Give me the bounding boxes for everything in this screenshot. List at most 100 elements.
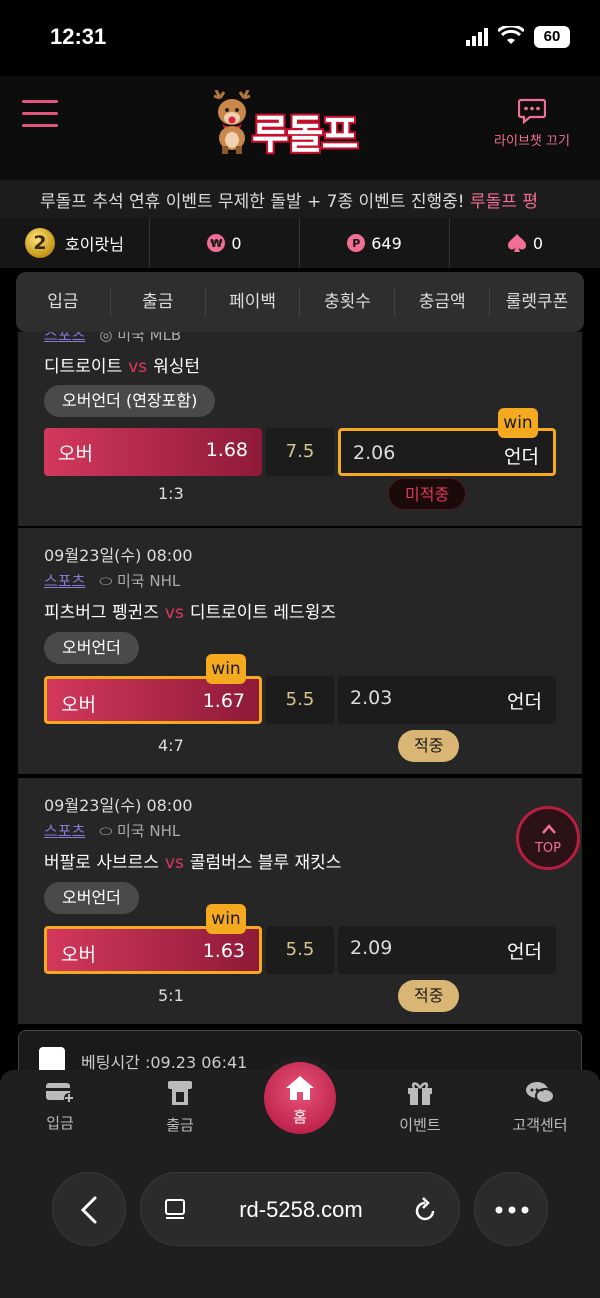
nav-deposit-label: 입금 (46, 1114, 74, 1132)
cash-balance[interactable]: ₩ 0 (150, 218, 300, 268)
more-button[interactable] (474, 1172, 548, 1246)
bet-card: 스포츠 ◎ 미국 MLB 디트로이트 vs 워싱턴 오버언더 (연장포함) 오버 1.… (18, 332, 582, 526)
category-link[interactable]: 스포츠 (44, 572, 85, 590)
nav-event-label: 이벤트 (399, 1116, 441, 1134)
app-header: 루돌프 라이브챗 끄기 (0, 76, 600, 180)
over-option[interactable]: 오버 1.68 (44, 428, 262, 476)
logo-text: 루돌프 (252, 112, 358, 158)
marquee-text-highlight: 루돌프 평 (470, 192, 538, 212)
chevron-left-icon (80, 1196, 97, 1224)
bet-card: 09월23일(수) 08:00 스포츠 ⬭ 미국 NHL 버팔로 사브르스 vs 콜럼… (18, 778, 582, 1024)
tab-charge-amount[interactable]: 충금액 (395, 287, 491, 317)
under-odd: 2.06 (353, 442, 396, 464)
line-value: 5.5 (266, 676, 334, 724)
gift-icon (408, 1082, 432, 1105)
point-balance[interactable]: P 649 (300, 218, 450, 268)
vs-label: vs (164, 603, 184, 623)
nav-support-label: 고객센터 (512, 1116, 568, 1134)
league-line: 스포츠 ⬭ 미국 NHL (44, 570, 180, 591)
home-icon (286, 1076, 314, 1100)
league-line: 스포츠 ◎ 미국 MLB (44, 332, 181, 345)
wifi-icon (496, 24, 526, 50)
logo[interactable]: 루돌프 (210, 84, 390, 164)
level-badge: 2 (25, 228, 56, 258)
over-label: 오버 (61, 944, 96, 966)
spade-balance[interactable]: 0 (450, 218, 600, 268)
username: 호이랏님 (65, 235, 124, 254)
cellular-signal-icon (466, 28, 490, 50)
league-name: 미국 NHL (117, 572, 181, 590)
under-label: 언더 (507, 691, 542, 713)
bet-time: 베팅시간 :09.23 06:41 (81, 1053, 248, 1072)
nav-withdraw-label: 출금 (166, 1116, 194, 1134)
match-teams: 피츠버그 펭귄즈 vs 디트로이트 레드윙즈 (44, 598, 336, 623)
tab-deposit[interactable]: 입금 (16, 287, 111, 317)
user-profile[interactable]: 2 호이랏님 (0, 218, 150, 268)
menu-icon[interactable] (22, 100, 58, 128)
nav-event[interactable]: 이벤트 (370, 1080, 470, 1135)
home-team: 디트로이트 (44, 357, 123, 377)
tab-withdraw[interactable]: 출금 (111, 287, 206, 317)
home-team: 버팔로 사브르스 (44, 853, 159, 873)
market-pill: 오버언더 (44, 882, 139, 914)
chat-bubbles-icon (526, 1082, 555, 1104)
spade-icon (507, 233, 527, 253)
tab-roulette-coupon[interactable]: 룰렛쿠폰 (490, 287, 584, 317)
line-value: 7.5 (266, 428, 334, 476)
over-label: 오버 (61, 694, 96, 716)
notice-marquee[interactable]: 루돌프 추석 연휴 이벤트 무제한 돌발 + 7종 이벤트 진행중! 루돌프 평 (0, 180, 600, 218)
league-name: 미국 MLB (117, 332, 182, 344)
hockey-puck-icon: ⬭ (99, 572, 117, 590)
nav-home-label: 홈 (293, 1108, 307, 1126)
line-value: 5.5 (266, 926, 334, 974)
category-link[interactable]: 스포츠 (44, 332, 85, 344)
win-badge: win (206, 654, 246, 684)
league-line: 스포츠 ⬭ 미국 NHL (44, 820, 180, 841)
match-teams: 버팔로 사브르스 vs 콜럼버스 블루 재킷스 (44, 848, 341, 873)
tab-payback[interactable]: 페이백 (206, 287, 301, 317)
category-link[interactable]: 스포츠 (44, 822, 85, 840)
status-bar: 12:31 60 (0, 0, 600, 76)
nav-deposit[interactable]: 입금 (10, 1080, 110, 1133)
marquee-text-main: 루돌프 추석 연휴 이벤트 무제한 돌발 + 7종 이벤트 진행중! (40, 192, 470, 212)
under-option[interactable]: 2.03 언더 (338, 676, 556, 724)
bet-card: 09월23일(수) 08:00 스포츠 ⬭ 미국 NHL 피츠버그 펭귄즈 vs 디트… (18, 528, 582, 774)
over-odd: 1.68 (205, 439, 248, 461)
nav-support[interactable]: 고객센터 (490, 1080, 590, 1135)
marquee-text: 루돌프 추석 연휴 이벤트 무제한 돌발 + 7종 이벤트 진행중! 루돌프 평 (40, 187, 538, 212)
select-checkbox[interactable] (39, 1047, 65, 1072)
under-option[interactable]: 2.09 언더 (338, 926, 556, 974)
reload-icon[interactable] (413, 1197, 437, 1223)
battery-indicator: 60 (534, 26, 570, 48)
chat-bubble-icon (517, 98, 547, 128)
nav-home[interactable]: 홈 (264, 1062, 336, 1134)
home-team: 피츠버그 펭귄즈 (44, 603, 159, 623)
livechat-toggle[interactable]: 라이브챗 끄기 (482, 98, 582, 149)
globe-icon: ◎ (99, 332, 118, 344)
spade-value: 0 (532, 233, 544, 253)
market-pill: 오버언더 (연장포함) (44, 385, 216, 417)
nav-withdraw[interactable]: 출금 (130, 1080, 230, 1135)
bet-history-list: 스포츠 ◎ 미국 MLB 디트로이트 vs 워싱턴 오버언더 (연장포함) 오버 1.… (18, 332, 582, 1072)
score: 4:7 (158, 736, 184, 755)
user-info-bar: 2 호이랏님 ₩ 0 P 649 0 (0, 218, 600, 268)
browser-toolbar: rd-5258.com (0, 1150, 600, 1298)
point-value: 649 (371, 233, 402, 253)
away-team: 디트로이트 레드윙즈 (189, 603, 336, 623)
tab-charge-count[interactable]: 충횟수 (300, 287, 396, 317)
score: 1:3 (158, 484, 184, 503)
under-label: 언더 (507, 941, 542, 963)
point-icon: P (347, 234, 366, 252)
away-team: 워싱턴 (153, 357, 201, 377)
match-teams: 디트로이트 vs 워싱턴 (44, 352, 200, 377)
under-odd: 2.03 (350, 687, 393, 709)
back-button[interactable] (52, 1172, 126, 1246)
away-team: 콜럼버스 블루 재킷스 (189, 853, 342, 873)
cash-value: 0 (231, 233, 242, 253)
score: 5:1 (158, 986, 184, 1005)
vs-label: vs (128, 357, 148, 377)
scroll-top-button[interactable]: TOP (516, 806, 580, 870)
league-name: 미국 NHL (117, 822, 181, 840)
address-bar[interactable]: rd-5258.com (140, 1172, 460, 1246)
card-icon (46, 1083, 74, 1103)
